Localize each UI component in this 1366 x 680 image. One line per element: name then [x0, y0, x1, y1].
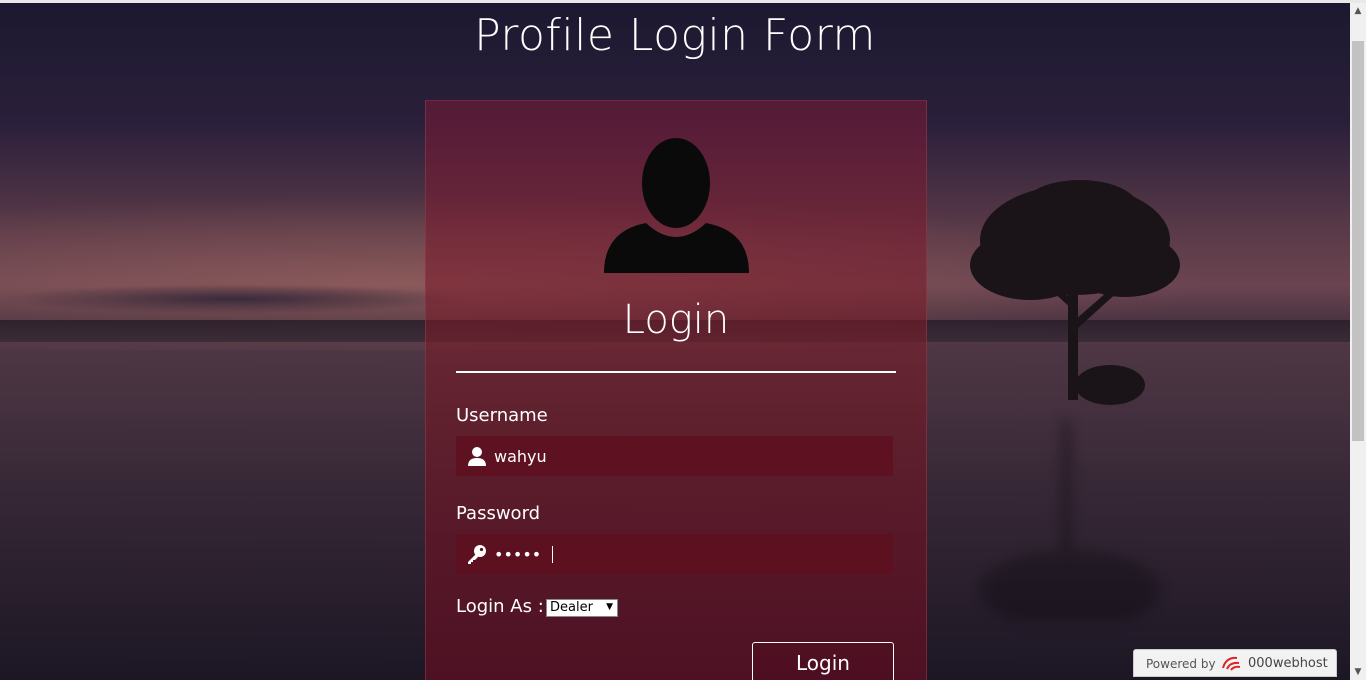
top-border: [0, 0, 1366, 3]
login-as-label: Login As :: [456, 596, 544, 617]
divider: [456, 371, 896, 373]
username-input[interactable]: [494, 436, 884, 476]
scrollbar[interactable]: ▲ ▼: [1350, 3, 1366, 680]
login-as-select[interactable]: Dealer ▼: [546, 599, 618, 617]
login-button[interactable]: Login: [752, 642, 894, 680]
password-label: Password: [456, 503, 541, 524]
key-icon: [468, 545, 486, 564]
tree-silhouette: [970, 180, 1180, 405]
scroll-up-arrow-icon[interactable]: ▲: [1350, 3, 1366, 19]
scroll-thumb[interactable]: [1352, 41, 1364, 441]
tree-reflection: [980, 420, 1160, 620]
text-caret: [552, 546, 553, 563]
powered-by-brand: 000webhost: [1248, 656, 1328, 671]
page-title: Profile Login Form: [474, 10, 876, 61]
login-heading: Login: [622, 297, 730, 343]
dropdown-arrow-icon: ▼: [606, 602, 613, 612]
000webhost-logo: [1222, 656, 1241, 671]
powered-by-badge[interactable]: Powered by 000webhost: [1133, 649, 1337, 677]
user-icon: [468, 447, 486, 466]
password-field[interactable]: [456, 534, 893, 574]
scroll-down-arrow-icon[interactable]: ▼: [1350, 664, 1366, 680]
login-panel: Login Username Password Login As : Deale…: [425, 100, 927, 680]
login-as-selected: Dealer: [550, 600, 593, 615]
user-silhouette-icon: [604, 138, 749, 273]
username-field[interactable]: [456, 436, 893, 476]
powered-by-label: Powered by: [1146, 657, 1216, 671]
username-label: Username: [456, 405, 548, 426]
cloud-band: [0, 284, 470, 314]
